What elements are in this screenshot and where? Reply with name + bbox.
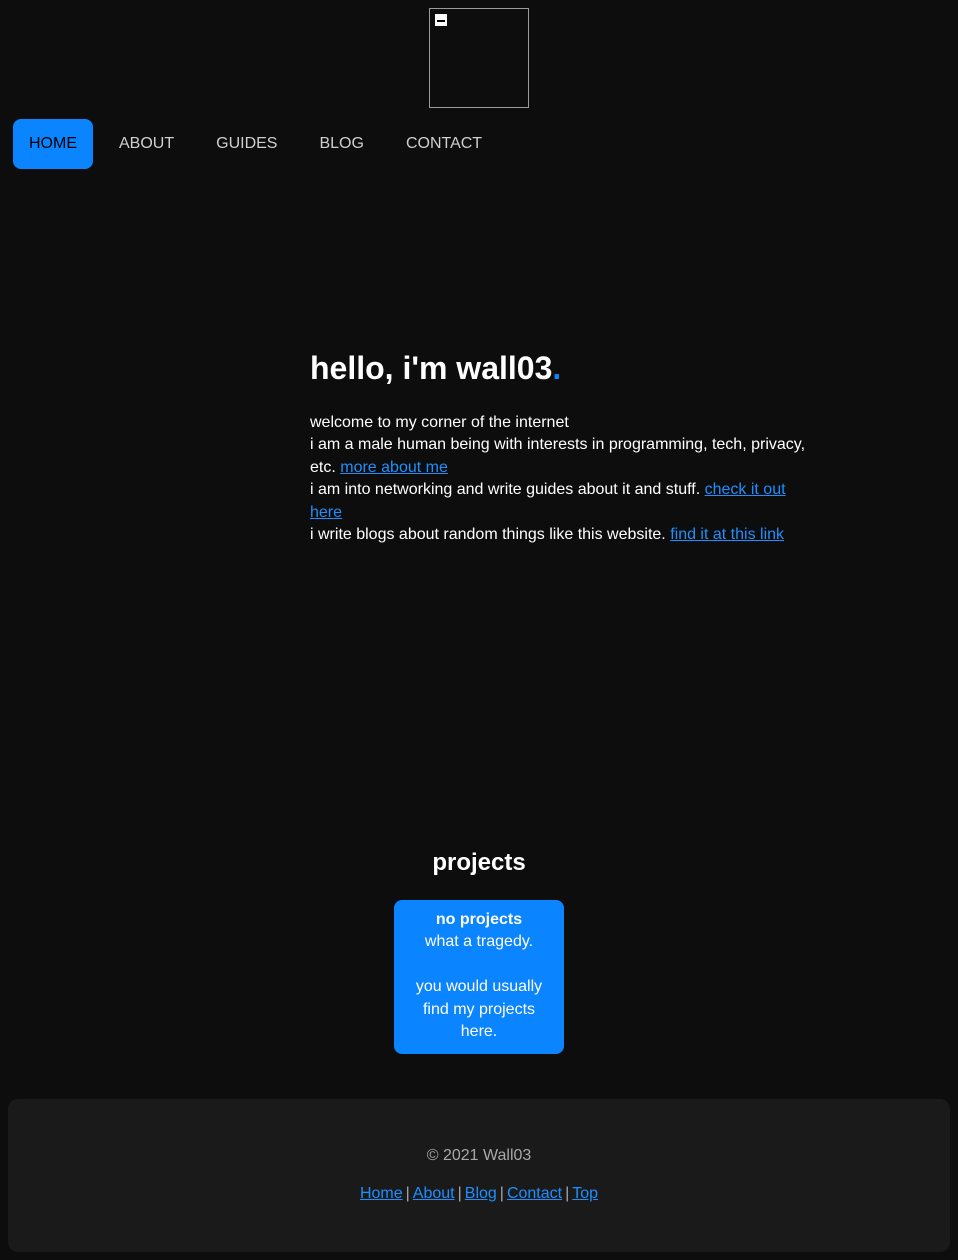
intro-line-welcome: welcome to my corner of the internet [310,414,569,431]
project-card-line1: what a tragedy. [424,933,534,951]
blog-link[interactable]: find it at this link [670,526,784,543]
footer-separator: | [457,1185,462,1202]
nav-about[interactable]: ABOUT [103,119,190,169]
site-footer: © 2021 Wall03 Home | About | Blog | Contact | To… [8,1099,950,1252]
main-nav: HOME ABOUT GUIDES BLOG CONTACT [13,119,508,169]
footer-link-contact[interactable]: Contact [507,1185,562,1202]
footer-link-about[interactable]: About [413,1185,455,1202]
intro-text: welcome to my corner of the internet i a… [310,412,810,546]
nav-contact[interactable]: CONTACT [390,119,498,169]
broken-image-icon [435,14,447,26]
footer-copyright: © 2021 Wall03 [426,1147,532,1164]
footer-separator: | [499,1185,504,1202]
footer-separator: | [565,1185,570,1202]
footer-link-home[interactable]: Home [360,1185,403,1202]
intro-line-guides: i am into networking and write guides ab… [310,481,701,499]
more-about-me-link[interactable]: more about me [340,459,448,476]
project-card-line2: you would usually find my projects here. [415,978,543,1041]
footer-link-blog[interactable]: Blog [465,1185,497,1202]
footer-link-top[interactable]: Top [572,1185,598,1202]
title-accent-dot: . [552,350,562,386]
project-card: no projects what a tragedy. you would us… [394,900,564,1054]
page-title: hello, i'm wall03. [310,346,810,390]
project-card-spacer [408,954,550,976]
footer-separator: | [405,1185,410,1202]
hero-section: hello, i'm wall03. welcome to my corner … [310,346,810,546]
projects-heading: projects [432,849,526,876]
footer-links: Home | About | Blog | Contact | Top [8,1183,950,1205]
site-logo[interactable] [429,8,529,108]
intro-line-blog: i write blogs about random things like t… [310,526,666,544]
nav-guides[interactable]: GUIDES [200,119,293,169]
nav-blog[interactable]: BLOG [303,119,379,169]
page-title-text: hello, i'm wall03 [310,350,553,386]
page: HOME ABOUT GUIDES BLOG CONTACT hello, i'… [0,0,958,1260]
project-card-title: no projects [435,911,523,928]
nav-home[interactable]: HOME [13,119,93,169]
